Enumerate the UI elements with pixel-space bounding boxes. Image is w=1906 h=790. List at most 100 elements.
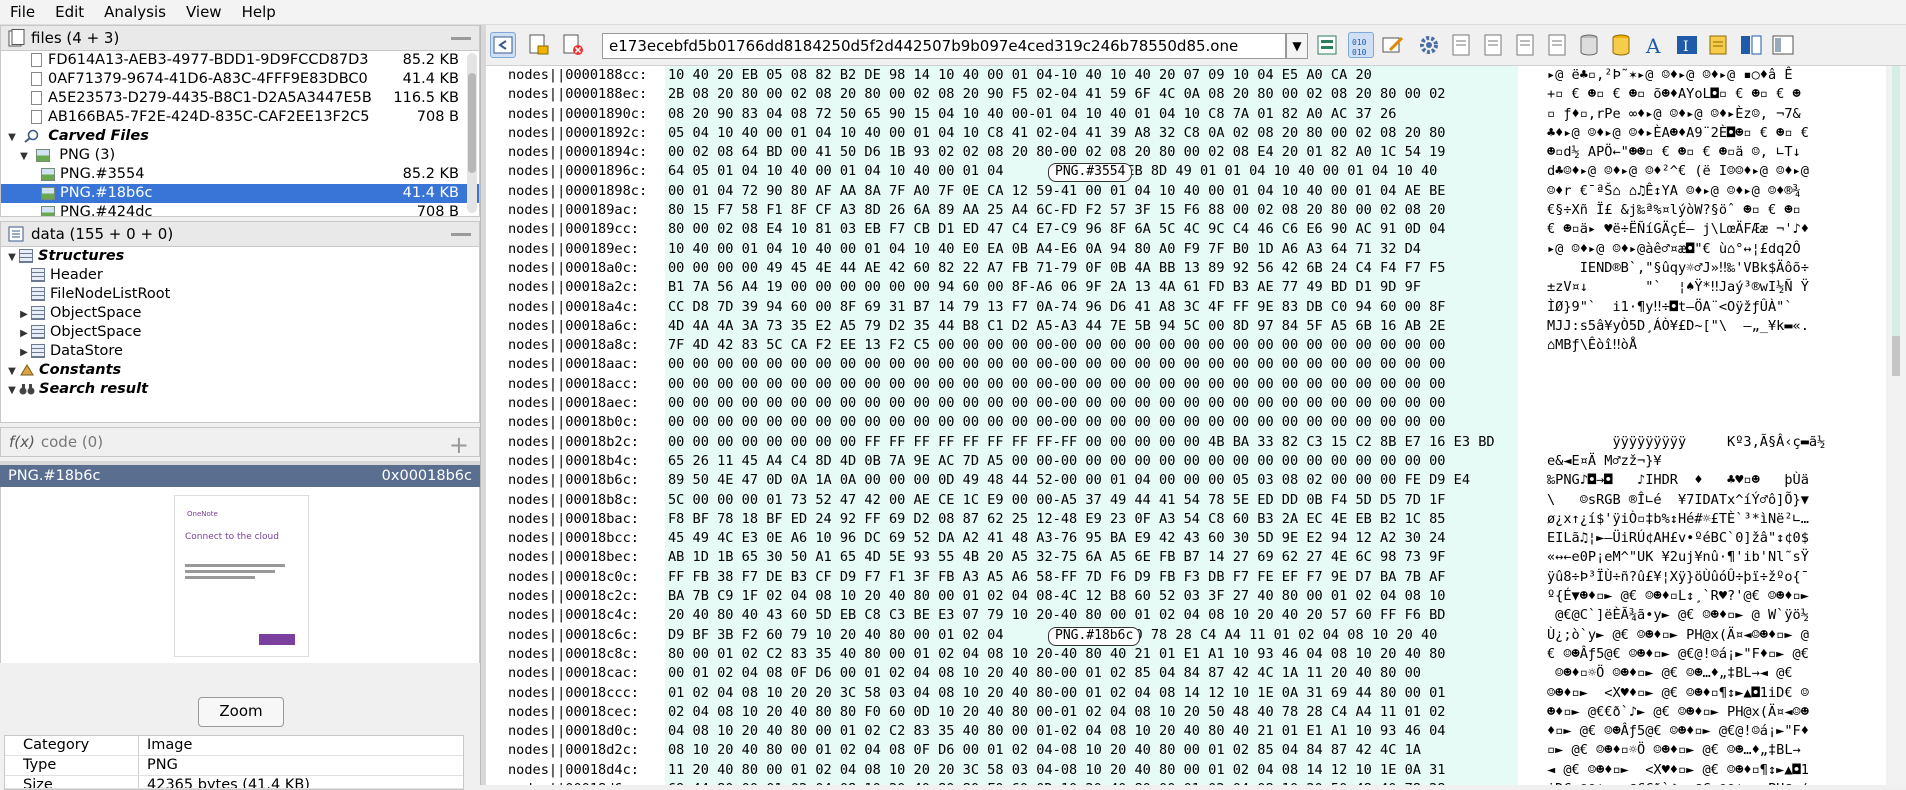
hex-ascii[interactable]: iD€ ☺☻♦▫► @€€ð`♪► @€ ☺☻♦▫► PH@x( (1547, 780, 1892, 785)
hex-row[interactable]: nodes||00018aec: 00 00 00 00 00 00 00 00 … (486, 394, 1906, 413)
hex-bytes[interactable]: 80 00 02 08 E4 10 81 03 EB F7 CB D1 ED 4… (668, 220, 1518, 239)
hex-ascii[interactable]: € ☺☻Âƒ5@€ ☺☻♦▫► @€@!☺á¡►"F♦▫► @€ (1547, 645, 1892, 664)
settings-gear-icon[interactable] (1416, 32, 1442, 58)
hex-bytes[interactable]: B1 7A 56 A4 19 00 00 00 00 00 00 94 60 0… (668, 278, 1518, 297)
hex-bytes[interactable]: 45 49 4C E3 0E A6 10 96 DC 69 52 DA A2 4… (668, 529, 1518, 548)
export-icon[interactable] (1706, 32, 1732, 58)
hex-bytes[interactable]: BA 7B C9 1F 02 04 08 10 20 40 80 00 01 0… (668, 587, 1518, 606)
hex-ascii[interactable]: º{É▼☻♦▫► @€ ☺☻♦▫L↕¸`R♥?'@€ ☺☻♦▫► (1547, 587, 1892, 606)
hex-row[interactable]: nodes||00018b2c: 00 00 00 00 00 00 00 00 … (486, 433, 1906, 452)
expand-arrow-icon[interactable]: ▼ (5, 128, 19, 147)
hex-ascii[interactable]: e&◄E¤Ä M♂zž¬}¥ (1547, 452, 1892, 471)
hex-bytes[interactable]: 7F 4D 42 83 5C CA F2 EE 13 F2 C5 00 00 0… (668, 336, 1518, 355)
files-panel-minimize-button[interactable] (451, 37, 471, 40)
scroll-thumb[interactable] (1892, 336, 1900, 376)
hex-bytes[interactable]: 2B 08 20 80 00 02 08 20 80 00 02 08 20 9… (668, 85, 1518, 104)
hex-ascii[interactable]: ÿÿÿÿÿÿÿÿÿ Kº3,Ã§Â‹ç▬ã½ (1547, 433, 1892, 452)
hex-row[interactable]: nodes||00018a6c: 4D 4A 4A 3A 73 35 E2 A5 … (486, 317, 1906, 336)
hex-ascii[interactable]: MJJ:s5â¥yÒ5D¸ÁÒ¥£D~["\ —„_¥k▬«. (1547, 317, 1892, 336)
carved-files-node[interactable]: ▼ Carved Files (1, 127, 479, 146)
hex-row[interactable]: nodes||00018c0c: FF FB 38 F7 DE B3 CF D9 … (486, 568, 1906, 587)
hex-row[interactable]: nodes||00018cac: 00 01 02 04 08 0F D6 00 … (486, 664, 1906, 683)
hex-bytes[interactable]: 11 20 40 80 00 01 02 04 08 10 20 20 3C 5… (668, 761, 1518, 780)
hex-row[interactable]: nodes||00018b6c: 89 50 4E 47 0D 0A 1A 0A … (486, 471, 1906, 490)
hex-row[interactable]: nodes||00018d2c: 08 10 20 40 80 00 01 02 … (486, 741, 1906, 760)
delete-file-button[interactable] (560, 32, 586, 58)
hex-row[interactable]: nodes||0000188ec: 2B 08 20 80 00 02 08 20… (486, 85, 1906, 104)
hex-ascii[interactable]: ☺☻♦▫☼Ö ☺☻♦▫► @€ ☺☻…♦„‡BL→◄ @€ (1547, 664, 1892, 683)
hex-ascii[interactable]: ♦▫► @€ ☺☻Âƒ5@€ ☺☻♦▫► @€@!☺á¡►"F♦ (1547, 722, 1892, 741)
hex-bytes[interactable]: 00 00 00 00 00 00 00 00 FF FF FF FF FF F… (668, 433, 1518, 452)
hex-ascii[interactable]: ▸@ ☺♦▸@ ☺♦▸@àê♂¤æ◘"€ ù⌂°↔¦£dq2Ô (1547, 240, 1892, 259)
back-nav-button[interactable] (490, 32, 516, 58)
hex-ascii[interactable]: d♣☺♦▸@ ☺♦▸@ ☺♦²^€ (ë I☺☺♦▸@ ☺♦▸@ (1547, 162, 1892, 181)
hex-ascii[interactable]: ÌØ}9"` i1·¶y‼÷◘t–ÖA¨<OÿžƒÛÀ"` (1547, 298, 1892, 317)
hex-row[interactable]: nodes||00018cec: 02 04 08 10 20 40 80 80 … (486, 703, 1906, 722)
carved-item-selected[interactable]: PNG.#18b6c 41.4 KB (1, 184, 479, 203)
doc-icon[interactable] (1544, 32, 1570, 58)
png-group-node[interactable]: ▼ PNG (3) (1, 146, 479, 165)
files-scrollbar[interactable] (467, 53, 477, 213)
copy-file-button[interactable] (526, 32, 552, 58)
hex-bytes[interactable]: AB 1D 1B 65 30 50 A1 65 4D 5E 93 55 4B 2… (668, 548, 1518, 567)
hex-bytes[interactable]: FF FB 38 F7 DE B3 CF D9 F7 F1 3F FB A3 A… (668, 568, 1518, 587)
hex-bytes[interactable]: 00 01 04 72 90 80 AF AA 8A 7F A0 7F 0E C… (668, 182, 1518, 201)
structure-item[interactable]: Header (1, 266, 479, 285)
hex-row[interactable]: nodes||000189ac: 80 15 F7 58 F1 8F CF A3 … (486, 201, 1906, 220)
hex-row[interactable]: nodes||00018acc: 00 00 00 00 00 00 00 00 … (486, 375, 1906, 394)
hex-row[interactable]: nodes||00018aac: 00 00 00 00 00 00 00 00 … (486, 355, 1906, 374)
structures-node[interactable]: ▼ Structures (1, 247, 479, 266)
hex-bytes[interactable]: 08 20 90 83 04 08 72 50 65 90 15 04 10 4… (668, 105, 1518, 124)
hex-ascii[interactable]: ♣♦▸@ ☺♦▸@ ☺♦▸ÈA☻♦A9¨2È◘☻▫ € ☻▫ € (1547, 124, 1892, 143)
hex-bytes[interactable]: 80 15 F7 58 F1 8F CF A3 8D 26 6A 89 AA 2… (668, 201, 1518, 220)
hex-row[interactable]: nodes||00018bec: AB 1D 1B 65 30 50 A1 65 … (486, 548, 1906, 567)
hex-row[interactable]: nodes||00018bac: F8 BF 78 18 BF ED 24 92 … (486, 510, 1906, 529)
hex-scrollbar[interactable] (1886, 66, 1906, 785)
hex-ascii[interactable]: ☻▫d½ APÖ←"☻☻▫ € ☻▫ € ☻▫ä ☺, ∟T↓ (1547, 143, 1892, 162)
structure-item[interactable]: FileNodeListRoot (1, 285, 479, 304)
hex-row[interactable]: nodes||00018d6c: 69 44 80 00 01 02 04 08 … (486, 780, 1906, 785)
menu-file[interactable]: File (0, 0, 45, 24)
hex-bytes[interactable]: 00 02 08 64 BD 00 41 50 D6 1B 93 02 02 0… (668, 143, 1518, 162)
hex-row[interactable]: nodes||00018a4c: CC D8 7D 39 94 60 00 8F … (486, 298, 1906, 317)
hex-bytes[interactable]: 00 00 00 00 49 45 4E 44 AE 42 60 82 22 A… (668, 259, 1518, 278)
hex-bytes[interactable]: 01 02 04 08 10 20 20 3C 58 03 04 08 10 2… (668, 684, 1518, 703)
hex-bytes[interactable]: 65 26 11 45 A4 C4 8D 4D 0B 7A 9E AC 7D A… (668, 452, 1518, 471)
file-item[interactable]: 0AF71379-9674-41D6-A83C-4FFF9E83DBC0 41.4… (1, 70, 479, 89)
hex-bytes[interactable]: 08 10 20 40 80 00 01 02 04 08 0F D6 00 0… (668, 741, 1518, 760)
columns-icon[interactable] (1738, 32, 1764, 58)
preview-thumbnail[interactable]: OneNote Connect to the cloud (174, 495, 309, 657)
hex-row[interactable]: nodes||00018c2c: BA 7B C9 1F 02 04 08 10 … (486, 587, 1906, 606)
expand-arrow-icon[interactable]: ▼ (5, 381, 19, 400)
hex-ascii[interactable]: ☻♦▫► @€€ð`♪► @€ ☺☻♦▫► PH@x(Ä¤◄☺☻ (1547, 703, 1892, 722)
structure-item[interactable]: ▶ ObjectSpace (1, 323, 479, 342)
file-path-field[interactable]: e173ecebfd5b01766dd8184250d5f2d442507b9b… (602, 33, 1286, 59)
hex-row[interactable]: nodes||00018a8c: 7F 4D 42 83 5C CA F2 EE … (486, 336, 1906, 355)
hex-bytes[interactable]: F8 BF 78 18 BF ED 24 92 FF 69 D2 08 87 6… (668, 510, 1518, 529)
hex-row[interactable]: nodes||00001892c: 05 04 10 40 00 01 04 10… (486, 124, 1906, 143)
expand-arrow-icon[interactable]: ▶ (17, 305, 31, 324)
text-icon[interactable]: I (1674, 32, 1700, 58)
hex-row[interactable]: nodes||00018b0c: 00 00 00 00 00 00 00 00 … (486, 413, 1906, 432)
data-panel-minimize-button[interactable] (451, 233, 471, 236)
path-dropdown-button[interactable]: ▼ (1286, 33, 1308, 59)
hex-row[interactable]: nodes||00018b4c: 65 26 11 45 A4 C4 8D 4D … (486, 452, 1906, 471)
carved-file-marker[interactable]: PNG.#3554 (1048, 163, 1133, 183)
hex-row[interactable]: nodes||00018c6c: D9 BF 3B F2 60 79 10 20 … (486, 626, 1906, 646)
carved-item[interactable]: PNG.#3554 85.2 KB (1, 165, 479, 184)
hex-bytes[interactable]: 4D 4A 4A 3A 73 35 E2 A5 79 D2 35 44 B8 C… (668, 317, 1518, 336)
hex-bytes[interactable]: 00 00 00 00 00 00 00 00 00 00 00 00 00 0… (668, 375, 1518, 394)
expand-arrow-icon[interactable]: ▼ (5, 248, 19, 267)
hex-bytes[interactable]: 20 40 80 40 43 60 5D EB C8 C3 BE E3 07 7… (668, 606, 1518, 625)
file-item[interactable]: A5E23573-D279-4435-B8C1-D2A5A3447E5B 116.… (1, 89, 479, 108)
hex-ascii[interactable]: Ù¿;ò`y► @€ ☺☻♦▫► PH@x(Ä¤◄☺☻♦▫► @ (1547, 626, 1892, 645)
doc-icon[interactable] (1512, 32, 1538, 58)
hex-ascii[interactable]: ▫ ƒ♦▫,rPe ∞♦▸@ ☺♦▸@ ☺♦▸Èz☺, ¬7& (1547, 105, 1892, 124)
carved-item[interactable]: PNG.#424dc 708 B (1, 203, 479, 216)
expand-arrow-icon[interactable]: ▼ (5, 362, 19, 381)
hex-bytes[interactable]: 04 08 10 20 40 80 00 01 02 C2 83 35 40 8… (668, 722, 1518, 741)
hex-row[interactable]: nodes||00018bcc: 45 49 4C E3 0E A6 10 96 … (486, 529, 1906, 548)
font-icon[interactable]: A (1642, 32, 1668, 58)
structure-item[interactable]: ▶ ObjectSpace (1, 304, 479, 323)
hex-row[interactable]: nodes||00018d0c: 04 08 10 20 40 80 00 01 … (486, 722, 1906, 741)
